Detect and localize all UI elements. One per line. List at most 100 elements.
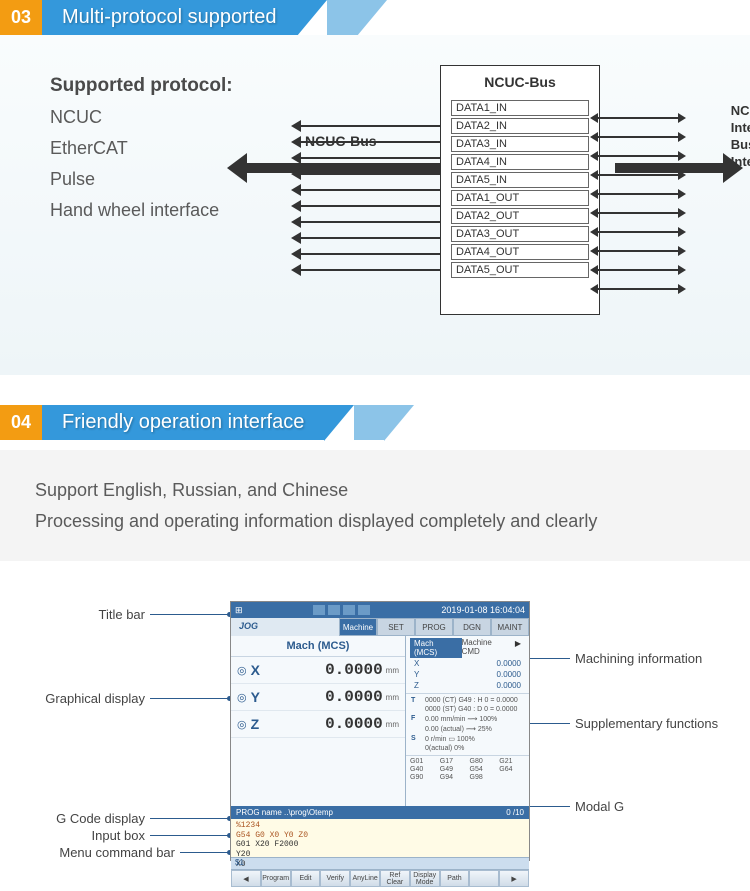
- protocol-item: Hand wheel interface: [50, 200, 300, 221]
- right-hdr1: Mach (MCS): [410, 638, 462, 658]
- menu-command-bar: ◀ Program Edit Verify AnyLine Ref Clear …: [231, 869, 529, 887]
- gcode-line: G54 G0 X0 Y0 Z0: [236, 831, 524, 841]
- decorative-angle: [354, 405, 384, 440]
- menu-verify[interactable]: Verify: [320, 870, 350, 887]
- data-arrows-right: [598, 117, 678, 307]
- t-label: T: [411, 697, 421, 704]
- modal-g-item: G90: [410, 774, 436, 781]
- section04-info: Support English, Russian, and Chinese Pr…: [0, 450, 750, 561]
- data-line: DATA1_IN: [451, 100, 589, 116]
- menu-refclear[interactable]: Ref Clear: [380, 870, 410, 887]
- tab-set[interactable]: SET: [377, 618, 415, 636]
- t-row1: 0000 (CT) G49 : H 0 = 0.0000: [425, 697, 518, 704]
- tab-dgn[interactable]: DGN: [453, 618, 491, 636]
- tab-prog[interactable]: PROG: [415, 618, 453, 636]
- axis-value: 0.0000: [271, 688, 383, 706]
- callout-line: [180, 852, 230, 853]
- data-line: DATA5_OUT: [451, 262, 589, 278]
- protocol-section: Supported protocol: NCUC EtherCAT Pulse …: [0, 35, 750, 375]
- axis-name: X: [251, 662, 271, 678]
- play-icon: ▶: [511, 638, 525, 658]
- machining-info: Mach (MCS)Machine CMD▶ X 0.0000 Y 0.0000 Z…: [406, 636, 529, 694]
- modal-g-item: [499, 774, 525, 781]
- s-row2: 0(actual) 0%: [425, 745, 464, 752]
- mcs-title: Mach (MCS): [231, 636, 405, 657]
- data-line: DATA2_OUT: [451, 208, 589, 224]
- axis-name: Y: [251, 689, 271, 705]
- modal-g-item: G21: [499, 758, 525, 765]
- target-icon: ◎: [237, 691, 247, 704]
- modal-g-item: G17: [440, 758, 466, 765]
- axis-unit: mm: [386, 720, 399, 729]
- cnc-body: Mach (MCS) ◎ X 0.0000 mm ◎ Y 0.0000 mm ◎…: [231, 636, 529, 806]
- r-val: 0.0000: [497, 659, 521, 668]
- tab-maint[interactable]: MAINT: [491, 618, 529, 636]
- callout-input: Input box: [15, 828, 145, 843]
- section03-header: 03 Multi-protocol supported: [0, 0, 750, 35]
- menu-prev-icon[interactable]: ◀: [231, 870, 261, 887]
- f-label: F: [411, 715, 421, 723]
- protocol-item: EtherCAT: [50, 138, 300, 159]
- data-line: DATA3_IN: [451, 136, 589, 152]
- decorative-angle: [327, 0, 357, 35]
- bus-box: NCUC-Bus DATA1_IN DATA2_IN DATA3_IN DATA…: [440, 65, 600, 315]
- target-icon: ◎: [237, 664, 247, 677]
- section04-header: 04 Friendly operation interface: [0, 405, 750, 440]
- gcode-line: G01 X20 F2000: [236, 840, 524, 850]
- section04-number: 04: [0, 405, 42, 440]
- modal-g-item: G80: [470, 758, 496, 765]
- cnc-tabs-row: JOG Machine SET PROG DGN MAINT: [231, 618, 529, 636]
- menu-edit[interactable]: Edit: [291, 870, 321, 887]
- modal-g-item: G94: [440, 774, 466, 781]
- axis-row-z: ◎ Z 0.0000 mm: [231, 711, 405, 738]
- menu-anyline[interactable]: AnyLine: [350, 870, 380, 887]
- axis-name: Z: [251, 716, 271, 732]
- menu-display[interactable]: Display Mode: [410, 870, 440, 887]
- callout-line: [150, 818, 230, 819]
- callout-supp-func: Supplementary functions: [575, 716, 718, 731]
- r-val: 0.0000: [497, 670, 521, 679]
- bus-right-label: NCUC Internal Bus Interface: [731, 103, 750, 171]
- t-row2: 0000 (ST) G40 : D 0 = 0.0000: [425, 706, 517, 713]
- tab-machine[interactable]: Machine: [339, 618, 377, 636]
- data-line: DATA3_OUT: [451, 226, 589, 242]
- callout-menucmd: Menu command bar: [15, 845, 175, 860]
- menu-path[interactable]: Path: [440, 870, 470, 887]
- callout-line: [150, 614, 230, 615]
- axis-unit: mm: [386, 693, 399, 702]
- modal-g-item: G01: [410, 758, 436, 765]
- menu-program[interactable]: Program: [261, 870, 291, 887]
- program-header: PROG name ..\prog\Otemp 0 /10: [231, 806, 529, 819]
- section04-title: Friendly operation interface: [42, 405, 324, 440]
- r-axis: Z: [414, 681, 419, 690]
- s-label: S: [411, 735, 421, 743]
- protocol-list: Supported protocol: NCUC EtherCAT Pulse …: [50, 75, 300, 231]
- r-axis: X: [414, 659, 419, 668]
- callout-title-bar: Title bar: [15, 607, 145, 622]
- s-row1: 0 r/min ▭ 100%: [425, 735, 475, 743]
- gcode-display: %1234 G54 G0 X0 Y0 Z0 G01 X20 F2000 Y20 …: [231, 819, 529, 857]
- data-line: DATA5_IN: [451, 172, 589, 188]
- menu-blank[interactable]: [469, 870, 499, 887]
- axis-unit: mm: [386, 666, 399, 675]
- r-val: 0.0000: [497, 681, 521, 690]
- datetime: 2019-01-08 16:04:04: [441, 605, 525, 615]
- axis-row-y: ◎ Y 0.0000 mm: [231, 684, 405, 711]
- f-row2: 0.00 (actual) ⟿ 25%: [425, 725, 492, 733]
- r-axis: Y: [414, 670, 419, 679]
- menu-next-icon[interactable]: ▶: [499, 870, 529, 887]
- cnc-left-panel: Mach (MCS) ◎ X 0.0000 mm ◎ Y 0.0000 mm ◎…: [231, 636, 406, 806]
- callout-line: [525, 723, 570, 724]
- modal-g-item: G49: [440, 766, 466, 773]
- axis-value: 0.0000: [271, 661, 383, 679]
- protocol-item: NCUC: [50, 107, 300, 128]
- cnc-title-bar: ⊞ 2019-01-08 16:04:04: [231, 602, 529, 618]
- section03-number: 03: [0, 0, 42, 35]
- axis-row-x: ◎ X 0.0000 mm: [231, 657, 405, 684]
- protocol-heading: Supported protocol:: [50, 75, 300, 97]
- callout-graphical: Graphical display: [15, 691, 145, 706]
- info-line: Processing and operating information dis…: [35, 506, 715, 537]
- callout-gcode: G Code display: [15, 811, 145, 826]
- data-line: DATA4_OUT: [451, 244, 589, 260]
- right-hdr2: Machine CMD: [462, 638, 511, 658]
